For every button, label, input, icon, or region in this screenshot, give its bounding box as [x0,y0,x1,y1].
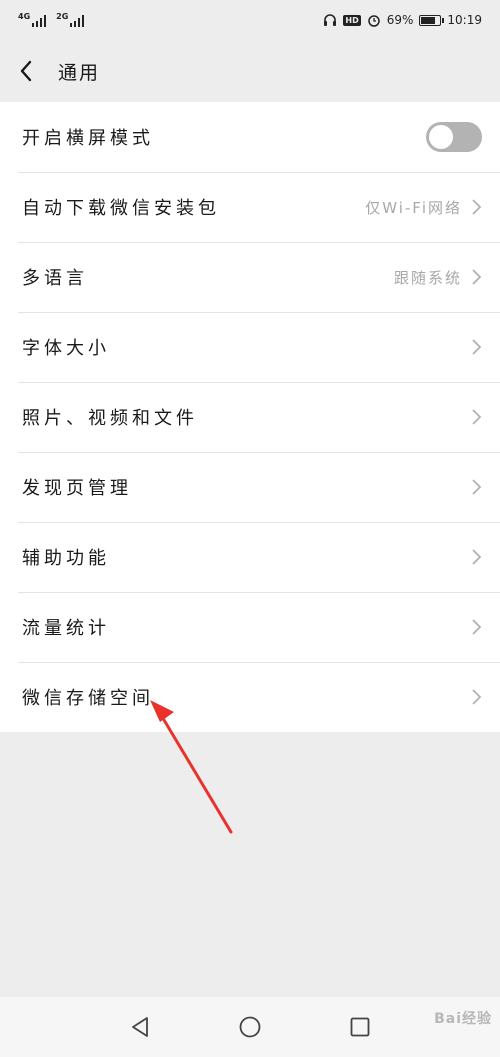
setting-label: 自动下载微信安装包 [22,198,220,219]
setting-label: 微信存储空间 [22,688,154,709]
setting-auto-download[interactable]: 自动下载微信安装包 仅Wi-Fi网络 [0,172,500,242]
setting-language[interactable]: 多语言 跟随系统 [0,242,500,312]
setting-media-files[interactable]: 照片、视频和文件 [0,382,500,452]
triangle-back-icon[interactable] [127,1014,153,1040]
chevron-right-icon [470,618,482,636]
setting-data-usage[interactable]: 流量统计 [0,592,500,662]
circle-home-icon[interactable] [237,1014,263,1040]
app-header: 通用 [0,40,500,102]
chevron-right-icon [470,268,482,286]
setting-accessibility[interactable]: 辅助功能 [0,522,500,592]
setting-storage[interactable]: 微信存储空间 [0,662,500,732]
setting-landscape-mode[interactable]: 开启横屏模式 [0,102,500,172]
setting-label: 辅助功能 [22,548,110,569]
chevron-right-icon [470,478,482,496]
setting-label: 发现页管理 [22,478,132,499]
setting-value: 跟随系统 [393,268,462,287]
chevron-right-icon [470,408,482,426]
signal-icon-1: 4G [18,12,47,27]
chevron-left-icon[interactable] [14,59,38,83]
setting-label: 开启横屏模式 [22,128,154,149]
chevron-right-icon [470,338,482,356]
page-title: 通用 [58,61,101,84]
setting-label: 照片、视频和文件 [22,408,198,429]
landscape-toggle[interactable] [426,122,482,152]
settings-list: 开启横屏模式 自动下载微信安装包 仅Wi-Fi网络 多语言 跟随系统 字体大小 … [0,102,500,732]
setting-value: 仅Wi-Fi网络 [365,198,462,217]
alarm-icon [367,15,380,27]
signal-icon-2: 2G [56,12,85,27]
watermark-text: Bai经验 [434,1011,492,1027]
square-recent-icon[interactable] [347,1014,373,1040]
chevron-right-icon [470,548,482,566]
battery-percent: 69% [386,13,414,27]
setting-font-size[interactable]: 字体大小 [0,312,500,382]
headphones-icon [324,14,337,26]
hd-badge: HD [343,14,361,26]
system-nav-bar [0,997,500,1057]
setting-label: 字体大小 [22,338,110,359]
clock: 10:19 [447,13,482,27]
setting-label: 流量统计 [22,618,110,639]
network-type-1: 4G [18,12,31,21]
setting-discover-manage[interactable]: 发现页管理 [0,452,500,522]
chevron-right-icon [470,688,482,706]
status-bar: 4G 2G HD 69% 10:19 [0,0,500,40]
setting-label: 多语言 [22,268,88,289]
battery-icon [419,14,445,26]
network-type-2: 2G [56,12,69,21]
chevron-right-icon [470,198,482,216]
